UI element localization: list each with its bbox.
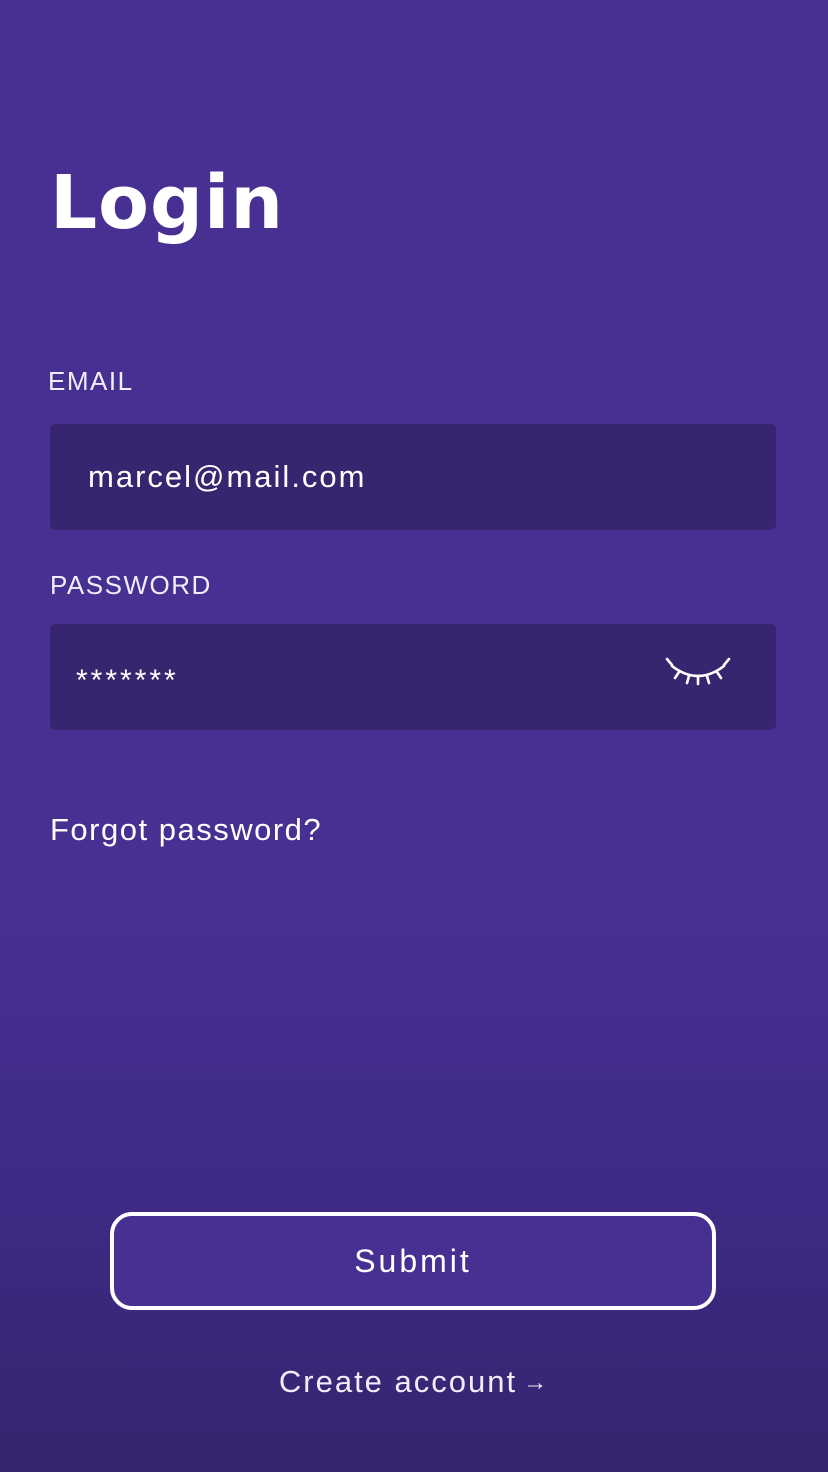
page-title: Login <box>50 160 285 246</box>
email-field[interactable]: marcel@mail.com <box>50 424 776 530</box>
password-value: ******* <box>76 664 179 697</box>
eye-closed-icon[interactable] <box>658 652 738 702</box>
arrow-right-icon: → <box>523 1369 550 1396</box>
create-account-link[interactable]: Create account → <box>0 1360 828 1407</box>
email-label: EMAIL <box>48 366 134 396</box>
email-value: marcel@mail.com <box>88 459 367 494</box>
login-screen: Login EMAIL marcel@mail.com PASSWORD ***… <box>0 0 828 1472</box>
create-account-label: Create account <box>278 1364 518 1399</box>
forgot-password-link[interactable]: Forgot password? <box>50 810 322 850</box>
password-label: PASSWORD <box>50 570 212 600</box>
password-field[interactable]: ******* <box>50 624 776 730</box>
submit-button[interactable]: Submit <box>110 1212 716 1310</box>
